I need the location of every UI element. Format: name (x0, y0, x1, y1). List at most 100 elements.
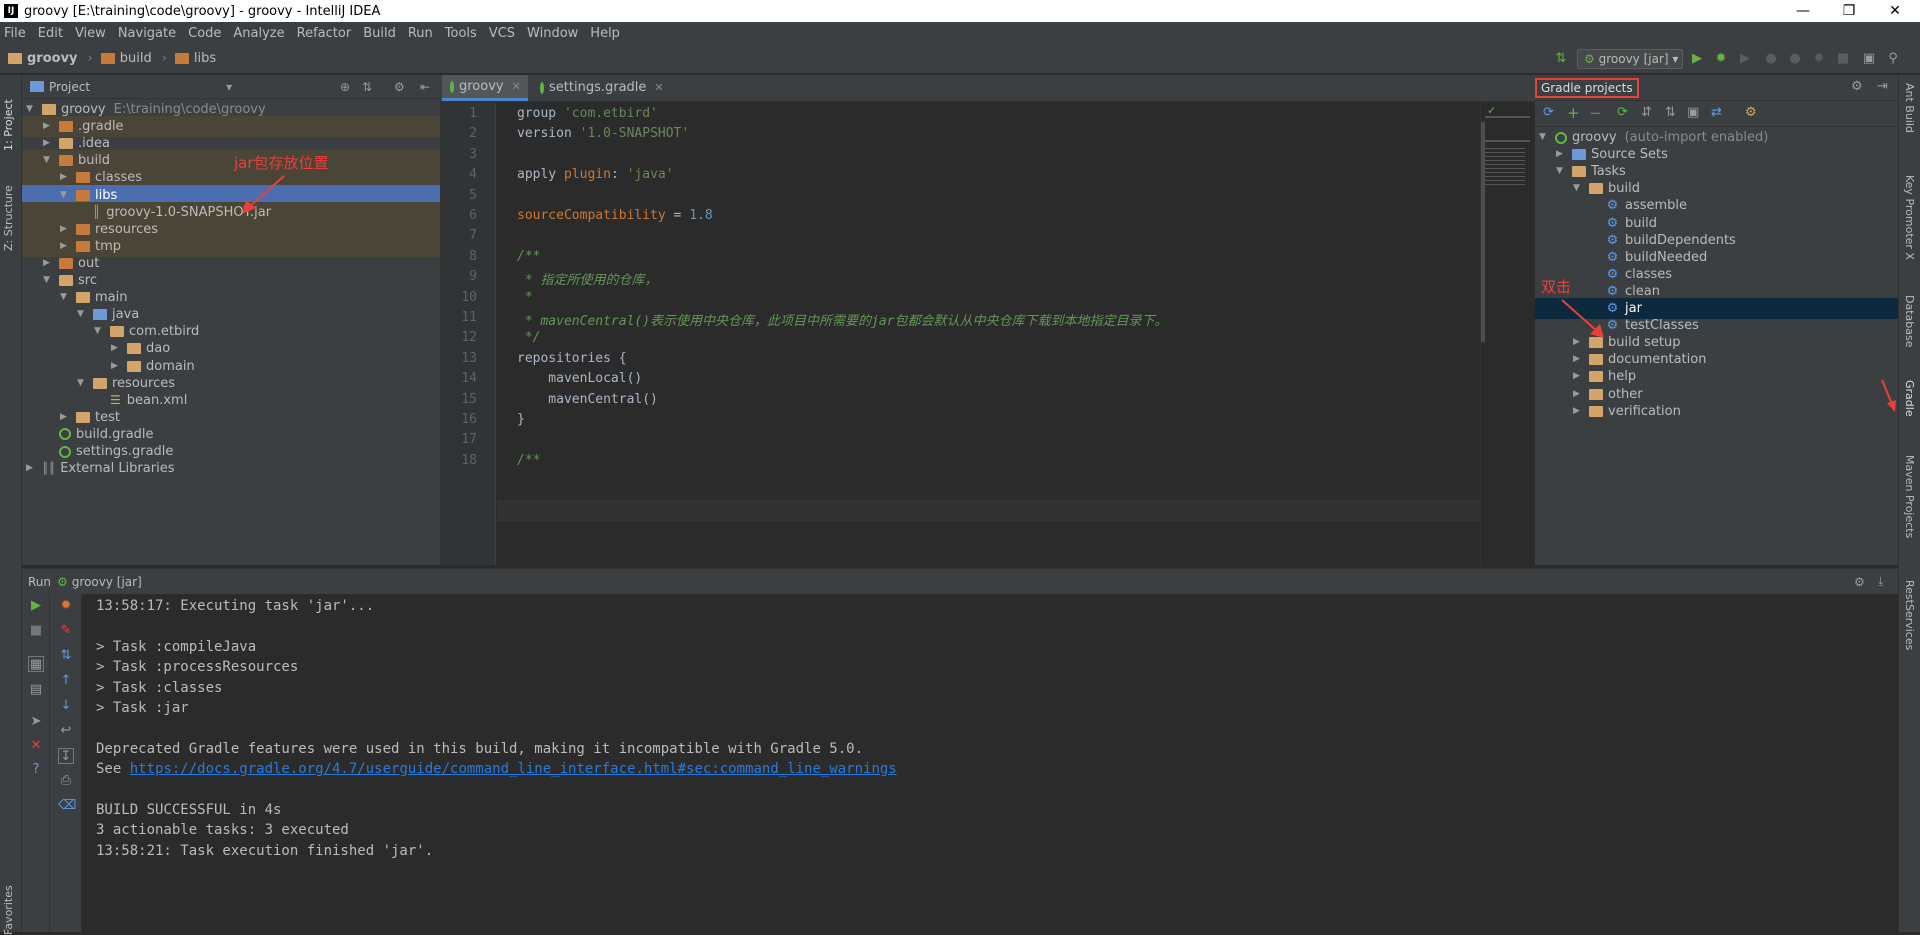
maximize-icon[interactable]: ❐ (1826, 0, 1872, 22)
menu-edit[interactable]: Edit (38, 26, 63, 41)
code-token: 1.8 (689, 208, 713, 223)
execute-task-icon[interactable]: ⟳ (1617, 105, 1628, 120)
editor-minimap[interactable]: ✓ (1480, 102, 1535, 565)
code-token: mavenCentral() (517, 391, 658, 407)
stop-icon[interactable]: ■ (1834, 50, 1852, 68)
code-editor[interactable]: group 'com.etbird' version '1.0-SNAPSHOT'… (497, 102, 1522, 565)
breadcrumb-separator: › (161, 51, 167, 66)
attach-icon[interactable]: ● (1786, 50, 1804, 68)
tab-ant-build[interactable]: Ant Build (1903, 83, 1916, 153)
edit-config-icon[interactable]: ✎ (58, 623, 74, 639)
line-number: 18 (461, 452, 477, 468)
menu-help[interactable]: Help (590, 26, 620, 41)
stop-icon[interactable]: ■ (28, 623, 44, 639)
soft-wrap-icon[interactable]: ↩ (58, 723, 74, 739)
close-icon[interactable]: ✕ (1872, 0, 1918, 22)
profile-icon[interactable]: ● (1762, 50, 1780, 68)
scroll-from-source-icon[interactable]: ⊕ (340, 80, 350, 94)
menu-build[interactable]: Build (363, 26, 396, 41)
folder-icon (93, 377, 107, 389)
breadcrumb-build[interactable]: build (100, 51, 152, 66)
close-icon[interactable]: ✕ (28, 738, 44, 754)
tab-restservices[interactable]: RestServices (1903, 580, 1916, 680)
menu-code[interactable]: Code (188, 26, 221, 41)
run-icon[interactable]: ▶ (1688, 50, 1706, 68)
help-icon[interactable]: ? (28, 762, 44, 778)
run-coverage-icon[interactable]: ▶ (1736, 50, 1754, 68)
refresh-icon[interactable]: ⟳ (1543, 105, 1554, 120)
menu-window[interactable]: Window (527, 26, 578, 41)
add-icon[interactable]: + (1567, 104, 1580, 122)
menu-run[interactable]: Run (408, 26, 433, 41)
run-configuration-select[interactable]: ⚙ groovy [jar] ▾ (1577, 49, 1683, 69)
tab-project[interactable]: 1: Project (2, 81, 15, 151)
layout-icon[interactable]: ▤ (28, 682, 44, 698)
menu-refactor[interactable]: Refactor (297, 26, 352, 41)
breadcrumb-separator: › (87, 51, 93, 66)
concurrency-icon[interactable]: ✹ (1810, 50, 1828, 68)
collapse-all-icon[interactable]: ⇅ (1665, 105, 1676, 120)
debug-icon[interactable]: ✹ (1712, 50, 1730, 68)
hide-panel-icon[interactable]: ⤓ (1878, 574, 1883, 589)
console-link[interactable]: https://docs.gradle.org/4.7/userguide/co… (130, 761, 897, 777)
menu-vcs[interactable]: VCS (489, 26, 515, 41)
menu-navigate[interactable]: Navigate (118, 26, 176, 41)
sort-icon[interactable]: ⇅ (58, 648, 74, 664)
collapsed-arrow-icon[interactable]: ▶ (1573, 401, 1583, 422)
tree-item[interactable]: ▶ verification (1535, 401, 1898, 422)
run-config-tab[interactable]: groovy [jar] (72, 575, 142, 589)
dropdown-arrow-icon[interactable]: ▾ (226, 80, 232, 94)
toggle-offline-icon[interactable]: ⇄ (1711, 105, 1722, 120)
rerun-icon[interactable]: ▶ (28, 598, 44, 614)
hide-panel-icon[interactable]: ⇥ (1877, 79, 1888, 94)
tab-structure[interactable]: Z: Structure (2, 171, 15, 251)
scroll-to-end-icon[interactable]: ↧ (58, 748, 74, 764)
settings-icon[interactable]: ⚙ (1745, 105, 1757, 120)
up-icon[interactable]: ↑ (58, 673, 74, 689)
menu-analyze[interactable]: Analyze (233, 26, 284, 41)
hide-panel-icon[interactable]: ⇤ (420, 80, 430, 94)
tab-database[interactable]: Database (1903, 295, 1916, 365)
task-gear-icon: ⚙ (1606, 266, 1619, 282)
tab-maven-projects[interactable]: Maven Projects (1903, 455, 1916, 565)
build-icon[interactable]: ⇅ (1552, 50, 1570, 68)
gear-icon[interactable]: ⚙ (1851, 79, 1863, 94)
toggle-tree-icon[interactable]: ▦ (28, 656, 44, 672)
run-console[interactable]: 13:58:17: Executing task 'jar'... > Task … (82, 594, 1898, 932)
debug-icon[interactable]: ✹ (58, 598, 74, 614)
tab-key-promoter[interactable]: Key Promoter X (1903, 175, 1916, 275)
folder-icon (1572, 166, 1586, 178)
tab-groovy[interactable]: groovy ✕ (442, 75, 528, 101)
remove-icon[interactable]: − (1589, 104, 1602, 122)
minimize-icon[interactable]: — (1780, 0, 1826, 22)
show-dependencies-icon[interactable]: ▣ (1687, 105, 1699, 120)
clear-icon[interactable]: ⌫ (58, 798, 76, 814)
console-line: > Task :jar (96, 700, 189, 716)
expand-all-icon[interactable]: ⇵ (1641, 105, 1652, 120)
console-line: > Task :compileJava (96, 639, 256, 655)
menu-view[interactable]: View (75, 26, 106, 41)
menu-file[interactable]: File (4, 26, 26, 41)
close-tab-icon[interactable]: ✕ (512, 74, 521, 100)
tab-settings-gradle[interactable]: settings.gradle ✕ (532, 75, 668, 101)
pin-icon[interactable]: ➤ (28, 714, 44, 730)
project-view-select[interactable]: Project (49, 80, 90, 94)
breadcrumb-libs[interactable]: libs (174, 51, 216, 66)
editor-scrollbar[interactable] (1481, 122, 1485, 342)
down-icon[interactable]: ↓ (58, 698, 74, 714)
print-icon[interactable]: ⎙ (58, 773, 74, 789)
tab-favorites[interactable]: Favorites (2, 865, 15, 935)
gear-icon[interactable]: ⚙ (394, 80, 405, 94)
breadcrumb-groovy[interactable]: groovy (8, 51, 78, 66)
collapsed-arrow-icon[interactable]: ▶ (26, 458, 36, 479)
search-icon[interactable]: ⚲ (1884, 50, 1902, 68)
line-number: 2 (469, 126, 477, 142)
menu-tools[interactable]: Tools (445, 26, 477, 41)
console-line: > Task :classes (96, 680, 222, 696)
project-structure-icon[interactable]: ▣ (1860, 50, 1878, 68)
tab-gradle[interactable]: Gradle (1903, 380, 1916, 440)
gear-icon[interactable]: ⚙ (1854, 575, 1865, 589)
collapse-all-icon[interactable]: ⇅ (362, 80, 372, 94)
close-tab-icon[interactable]: ✕ (654, 75, 663, 101)
tree-item[interactable]: ▶ ║║ External Libraries (22, 458, 440, 479)
